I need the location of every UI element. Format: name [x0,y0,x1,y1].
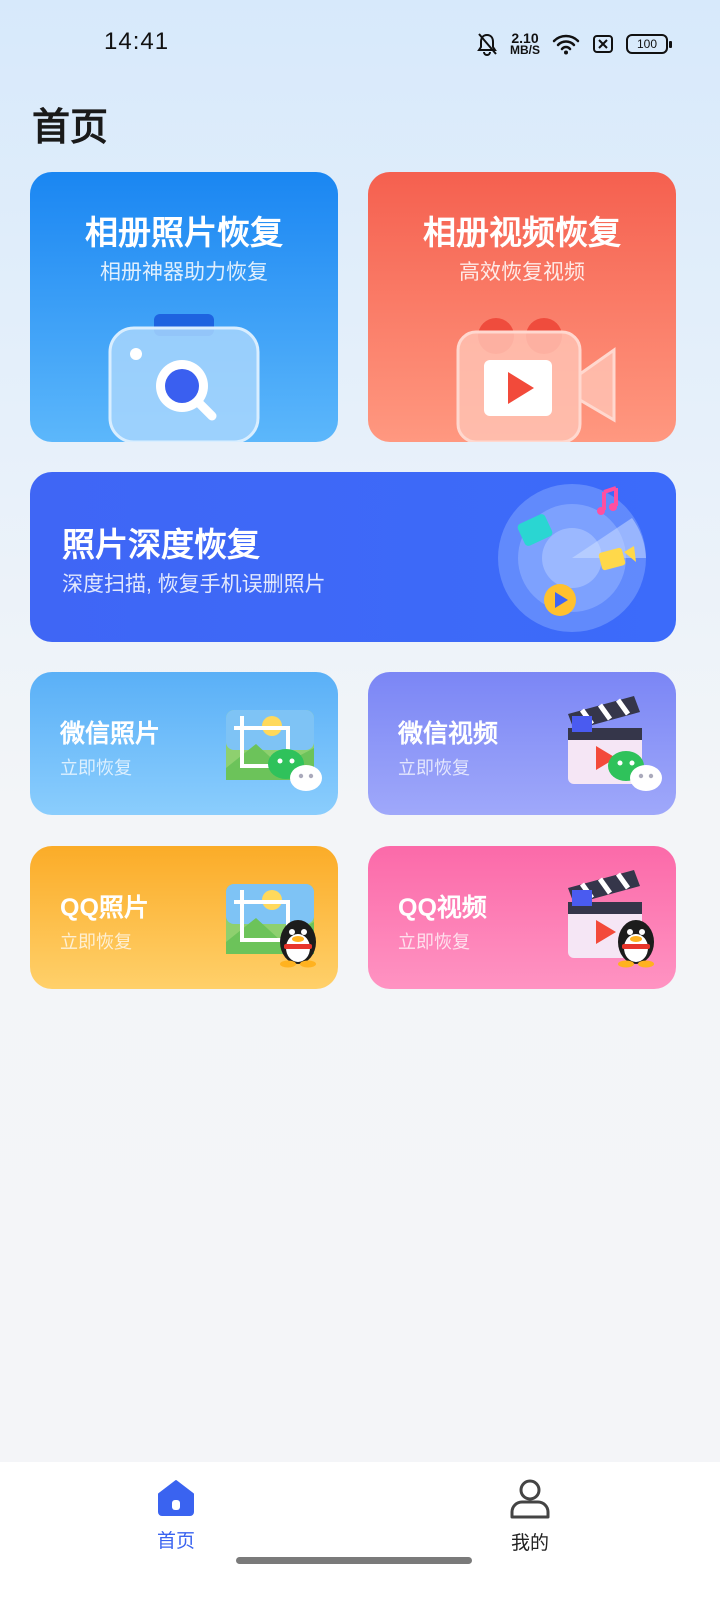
qq-photo-card[interactable]: QQ照片 立即恢复 [30,846,338,989]
home-icon [158,1480,194,1516]
card-subtitle: 相册神器助力恢复 [100,261,268,284]
card-subtitle: 立即恢复 [60,758,132,778]
wechat-video-icon [568,696,662,791]
card-subtitle: 高效恢复视频 [459,261,585,284]
tab-label: 首页 [156,1531,195,1552]
card-title: 相册视频恢复 [423,214,621,251]
status-icons: 2.10 MB/S 100 [476,28,672,60]
home-indicator [236,1557,472,1564]
album-video-recovery-card[interactable]: 相册视频恢复 高效恢复视频 [368,172,676,442]
radar-scan-icon [498,484,646,632]
tab-home[interactable]: 首页 [116,1462,236,1582]
user-icon [510,1479,550,1519]
wechat-photo-icon [226,710,322,791]
camera-search-icon [108,314,260,442]
no-sim-icon [593,35,613,53]
page-title: 首页 [32,107,109,149]
card-subtitle: 立即恢复 [398,932,470,952]
card-subtitle: 深度扫描, 恢复手机误删照片 [62,573,326,596]
wechat-photo-card[interactable]: 微信照片 立即恢复 [30,672,338,815]
status-time: 14:41 [104,28,170,55]
bell-muted-icon [477,33,497,56]
tab-label: 我的 [510,1533,549,1554]
card-title: QQ照片 [60,894,149,922]
tab-mine[interactable]: 我的 [470,1462,590,1582]
album-photo-recovery-card[interactable]: 相册照片恢复 相册神器助力恢复 [30,172,338,442]
bottom-tab-bar: 首页 我的 [0,1462,720,1600]
card-subtitle: 立即恢复 [60,932,132,952]
status-bar: 14:41 2.10 MB/S 100 [0,0,720,90]
qq-photo-icon [226,884,316,968]
card-subtitle: 立即恢复 [398,758,470,778]
deep-photo-recovery-card[interactable]: 照片深度恢复 深度扫描, 恢复手机误删照片 [30,472,676,642]
network-speed: 2.10 MB/S [510,30,540,57]
qq-video-icon [568,870,654,968]
card-title: QQ视频 [398,894,487,922]
battery-indicator: 100 [626,34,672,54]
video-camera-icon [456,318,616,442]
card-title: 照片深度恢复 [62,526,260,563]
card-title: 相册照片恢复 [85,214,283,251]
card-title: 微信照片 [60,720,161,748]
qq-video-card[interactable]: QQ视频 立即恢复 [368,846,676,989]
wifi-icon [552,34,580,55]
wechat-video-card[interactable]: 微信视频 立即恢复 [368,672,676,815]
card-title: 微信视频 [398,720,499,748]
